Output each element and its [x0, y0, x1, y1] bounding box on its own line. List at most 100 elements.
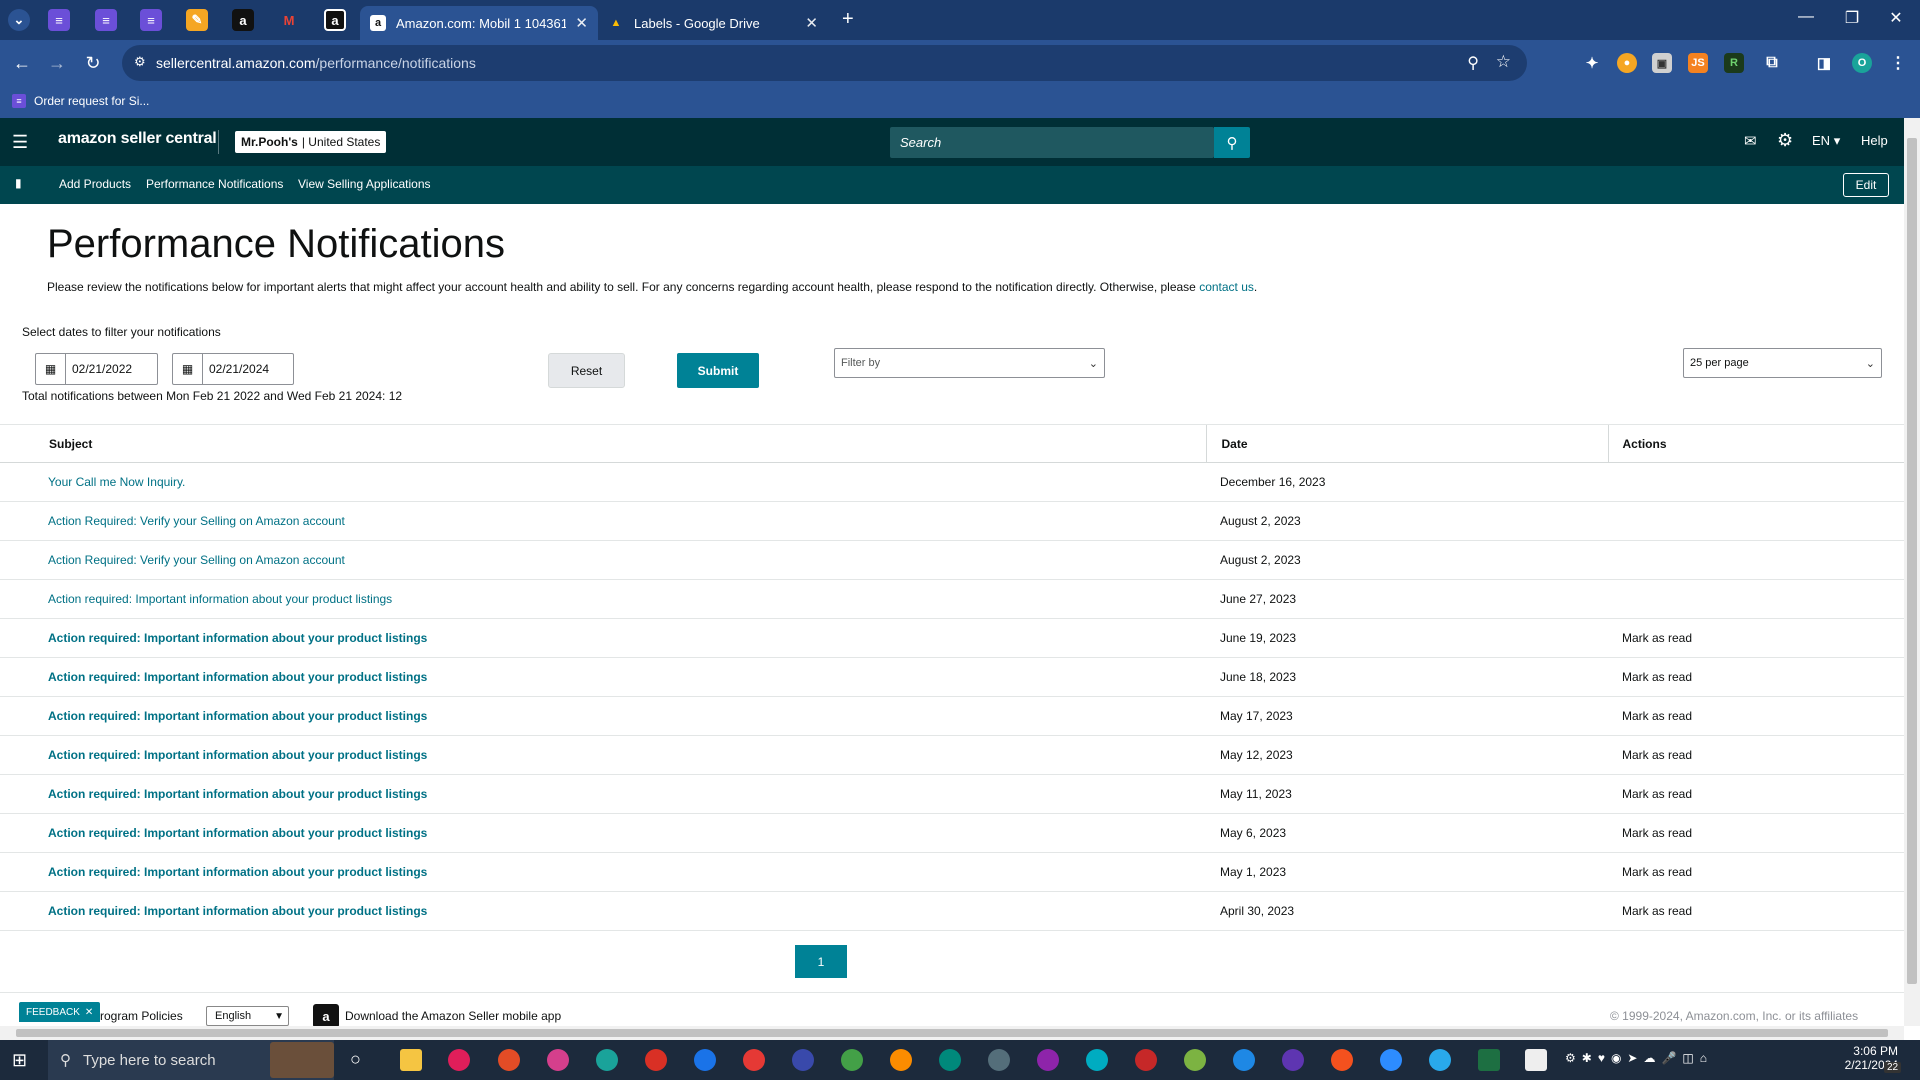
tab-amazon-mobil[interactable]: a Amazon.com: Mobil 1 104361 7 ✕ [360, 6, 598, 40]
per-page-dropdown[interactable]: 25 per page ⌄ [1683, 348, 1882, 378]
notification-subject-link[interactable]: Action required: Important information a… [48, 592, 392, 606]
new-tab-button[interactable]: + [842, 8, 854, 31]
chrome-profile-icon[interactable] [890, 1049, 912, 1071]
search-input[interactable]: Search [890, 127, 1214, 158]
chrome-profile-icon[interactable] [694, 1049, 716, 1071]
nav-performance-notifications[interactable]: Performance Notifications [146, 177, 283, 191]
zoom-app-icon[interactable] [1380, 1049, 1402, 1071]
mark-as-read-link[interactable]: Mark as read [1622, 787, 1692, 801]
horizontal-scrollbar[interactable] [0, 1026, 1904, 1040]
contact-us-link[interactable]: contact us [1199, 280, 1254, 294]
date-header[interactable]: Date [1205, 424, 1608, 463]
system-tray-icons[interactable]: ⚙✱♥◉➤☁🎤◫⌂ [1565, 1051, 1713, 1065]
mark-as-read-link[interactable]: Mark as read [1622, 826, 1692, 840]
gear-icon[interactable]: ⚙ [1777, 130, 1793, 151]
notification-subject-link[interactable]: Action required: Important information a… [48, 787, 427, 801]
notification-subject-link[interactable]: Action required: Important information a… [48, 904, 427, 918]
amazon-app-icon[interactable]: a [313, 1004, 339, 1028]
help-link[interactable]: Help [1861, 133, 1888, 148]
store-switcher[interactable]: Mr.Pooh's | United States [235, 131, 387, 153]
close-icon[interactable]: ✕ [85, 1007, 93, 1018]
bookmark-icon[interactable]: ▮ [15, 176, 22, 190]
tab-search-icon[interactable]: ⌄ [8, 9, 30, 31]
nav-add-products[interactable]: Add Products [59, 177, 131, 191]
profile-avatar[interactable]: O [1852, 53, 1872, 73]
forward-icon[interactable]: → [44, 50, 70, 76]
taskbar-search-box[interactable]: ⚲ Type here to search [48, 1040, 334, 1080]
restore-icon[interactable]: ❐ [1832, 8, 1872, 28]
nav-view-selling-applications[interactable]: View Selling Applications [298, 177, 431, 191]
chrome-profile-icon[interactable] [547, 1049, 569, 1071]
start-date-field[interactable]: ▦ 02/21/2022 [35, 353, 158, 385]
notification-subject-link[interactable]: Action required: Important information a… [48, 631, 427, 645]
extension-image-icon[interactable]: ▣ [1652, 53, 1672, 73]
slack-icon[interactable] [448, 1049, 470, 1071]
close-icon[interactable]: ✕ [805, 14, 818, 32]
mark-as-read-link[interactable]: Mark as read [1622, 670, 1692, 684]
subject-header[interactable]: Subject [0, 424, 1206, 463]
notification-subject-link[interactable]: Action required: Important information a… [48, 826, 427, 840]
reload-icon[interactable]: ↻ [80, 50, 106, 76]
chrome-profile-icon[interactable] [1086, 1049, 1108, 1071]
program-policies-link[interactable]: rogram Policies [100, 1009, 183, 1023]
feedback-button[interactable]: FEEDBACK ✕ [19, 1002, 101, 1022]
notification-count-badge[interactable]: 22 [1884, 1062, 1902, 1073]
mark-as-read-link[interactable]: Mark as read [1622, 865, 1692, 879]
chrome-profile-icon[interactable] [1233, 1049, 1255, 1071]
scrollbar-thumb[interactable] [16, 1029, 1888, 1037]
chrome-profile-icon[interactable] [939, 1049, 961, 1071]
bookmark-star-icon[interactable]: ☆ [1496, 52, 1511, 72]
notification-subject-link[interactable]: Action required: Important information a… [48, 709, 427, 723]
pinned-tab-list-icon[interactable]: ≡ [95, 9, 117, 31]
scrollbar-thumb[interactable] [1907, 138, 1917, 984]
calendar-icon[interactable]: ▦ [36, 354, 66, 384]
mail-icon[interactable]: ✉ [1744, 132, 1757, 150]
task-view-icon[interactable]: ○ [350, 1049, 361, 1070]
search-button[interactable]: ⚲ [1214, 127, 1250, 158]
address-bar[interactable]: ⚙ sellercentral.amazon.com/performance/n… [122, 45, 1527, 81]
bookmark-item[interactable]: ≡ Order request for Si... [12, 94, 149, 108]
mark-as-read-link[interactable]: Mark as read [1622, 709, 1692, 723]
pinned-tab-amazon-icon[interactable]: a [232, 9, 254, 31]
chrome-profile-icon[interactable] [1037, 1049, 1059, 1071]
footer-language-select[interactable]: English ▼ [206, 1006, 289, 1026]
mark-as-read-link[interactable]: Mark as read [1622, 748, 1692, 762]
windows-start-icon[interactable]: ⊞ [12, 1050, 27, 1071]
side-panel-icon[interactable]: ◨ [1814, 53, 1834, 73]
chrome-profile-icon[interactable] [988, 1049, 1010, 1071]
extension-js-icon[interactable]: JS [1688, 53, 1708, 73]
close-icon[interactable]: ✕ [575, 14, 588, 32]
minimize-icon[interactable]: — [1786, 8, 1826, 26]
chrome-profile-icon[interactable] [596, 1049, 618, 1071]
notification-subject-link[interactable]: Action Required: Verify your Selling on … [48, 553, 345, 567]
pinned-tab-list-icon[interactable]: ≡ [140, 9, 162, 31]
telegram-icon[interactable] [1429, 1049, 1451, 1071]
chrome-profile-icon[interactable] [792, 1049, 814, 1071]
mark-as-read-link[interactable]: Mark as read [1622, 904, 1692, 918]
close-window-icon[interactable]: ✕ [1876, 8, 1916, 28]
zoom-icon[interactable]: ⚲ [1467, 53, 1479, 73]
edit-button[interactable]: Edit [1843, 173, 1889, 197]
page-number-button[interactable]: 1 [795, 945, 847, 978]
mark-as-read-link[interactable]: Mark as read [1622, 631, 1692, 645]
extension-puzzle-small-icon[interactable]: ✦ [1582, 53, 1602, 73]
notification-subject-link[interactable]: Action required: Important information a… [48, 748, 427, 762]
filter-by-dropdown[interactable]: Filter by ⌄ [834, 348, 1105, 378]
extension-orange-icon[interactable]: ● [1617, 53, 1637, 73]
calculator-icon[interactable] [1525, 1049, 1547, 1071]
pinned-tab-list-icon[interactable]: ≡ [48, 9, 70, 31]
notification-subject-link[interactable]: Action Required: Verify your Selling on … [48, 514, 345, 528]
pinned-tab-gmail-icon[interactable]: M [278, 9, 300, 31]
end-date-field[interactable]: ▦ 02/21/2024 [172, 353, 294, 385]
notification-subject-link[interactable]: Action required: Important information a… [48, 670, 427, 684]
chrome-profile-icon[interactable] [1331, 1049, 1353, 1071]
notification-subject-link[interactable]: Your Call me Now Inquiry. [48, 475, 185, 489]
chrome-profile-icon[interactable] [841, 1049, 863, 1071]
chrome-profile-icon[interactable] [743, 1049, 765, 1071]
amazon-seller-central-logo[interactable]: amazon seller central [58, 130, 217, 148]
site-info-icon[interactable]: ⚙ [134, 54, 146, 70]
vertical-scrollbar[interactable] [1904, 118, 1920, 1026]
tab-google-drive[interactable]: ▲ Labels - Google Drive ✕ [598, 6, 828, 40]
pinned-tab-amazon-icon[interactable]: a [324, 9, 346, 31]
file-explorer-icon[interactable] [400, 1049, 422, 1071]
